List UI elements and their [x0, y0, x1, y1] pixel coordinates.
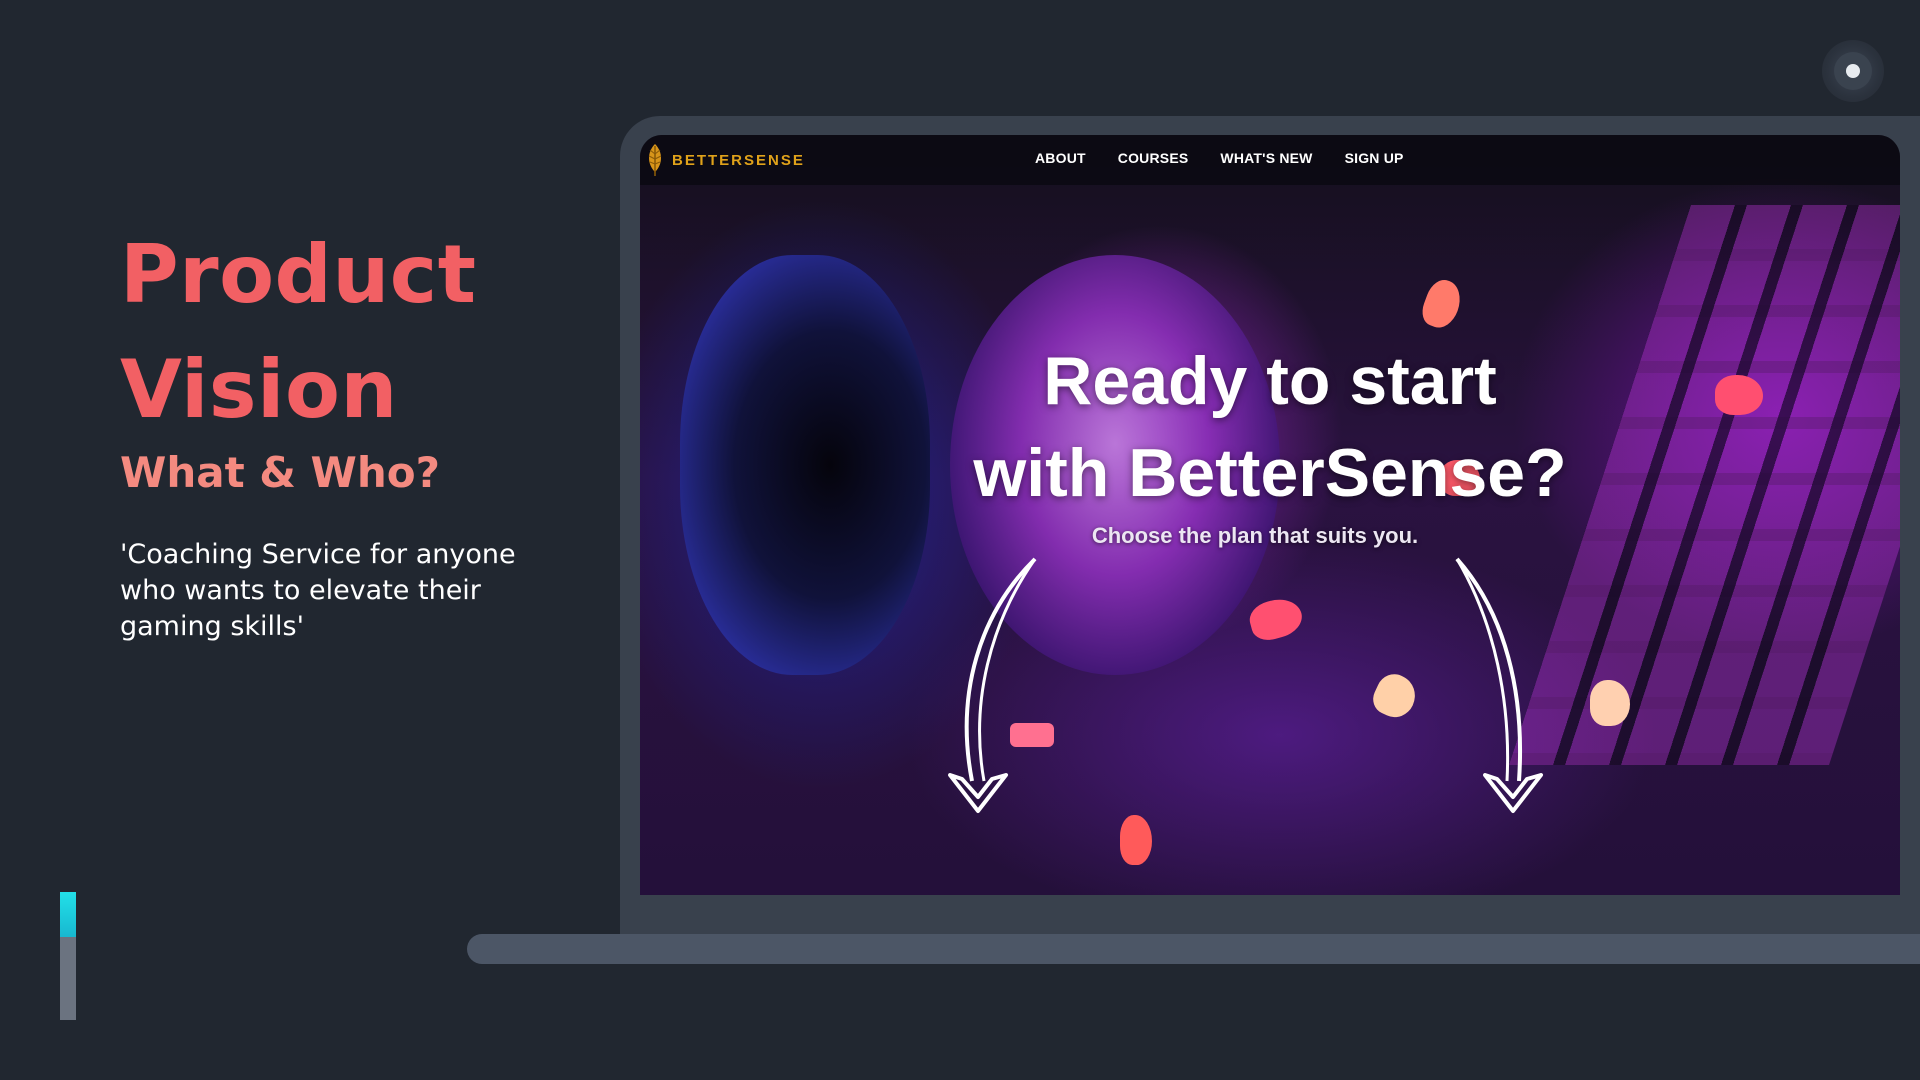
- candy-graphic: [1367, 668, 1423, 724]
- arrow-down-icon: [1455, 557, 1543, 813]
- nav-sign-up[interactable]: SIGN UP: [1345, 150, 1404, 166]
- arrow-down-icon: [948, 557, 1037, 813]
- slide-progress-bar: [60, 892, 76, 1020]
- leaf-logo-icon: [648, 144, 662, 176]
- hero-subtitle: Choose the plan that suits you.: [1091, 523, 1419, 548]
- nav-whats-new[interactable]: WHAT'S NEW: [1220, 150, 1312, 166]
- record-icon-dot: [1846, 64, 1860, 78]
- slide-description: 'Coaching Service for anyone who wants t…: [120, 539, 516, 642]
- candy-graphic: [1417, 275, 1467, 333]
- slide-subtitle: What & Who?: [120, 448, 440, 497]
- candy-graphic: [1245, 593, 1307, 645]
- hero-title-line-1: Ready to start: [1043, 343, 1497, 419]
- brand-name: BETTERSENSE: [672, 151, 805, 169]
- slide: Product Vision What & Who? 'Coaching Ser…: [0, 0, 1920, 1080]
- slide-title-line-2: Vision: [120, 343, 398, 436]
- website-nav-links: ABOUT COURSES WHAT'S NEW SIGN UP: [1035, 150, 1404, 166]
- nav-courses[interactable]: COURSES: [1118, 150, 1189, 166]
- laptop-base: [467, 934, 1920, 964]
- website-nav-bar: BETTERSENSE ABOUT COURSES WHAT'S NEW SIG…: [640, 135, 1900, 185]
- candy-graphic: [1590, 680, 1630, 726]
- hero-title-line-2: with BetterSense?: [973, 435, 1567, 511]
- slide-progress-fill: [60, 892, 76, 937]
- website-screenshot: BETTERSENSE ABOUT COURSES WHAT'S NEW SIG…: [640, 135, 1900, 895]
- slide-title-line-1: Product: [120, 228, 477, 321]
- record-icon[interactable]: [1822, 40, 1884, 102]
- hero-title: Ready to start with BetterSense?: [640, 335, 1900, 519]
- candy-graphic: [1120, 815, 1152, 865]
- website-brand[interactable]: BETTERSENSE: [644, 141, 805, 179]
- nav-about[interactable]: ABOUT: [1035, 150, 1086, 166]
